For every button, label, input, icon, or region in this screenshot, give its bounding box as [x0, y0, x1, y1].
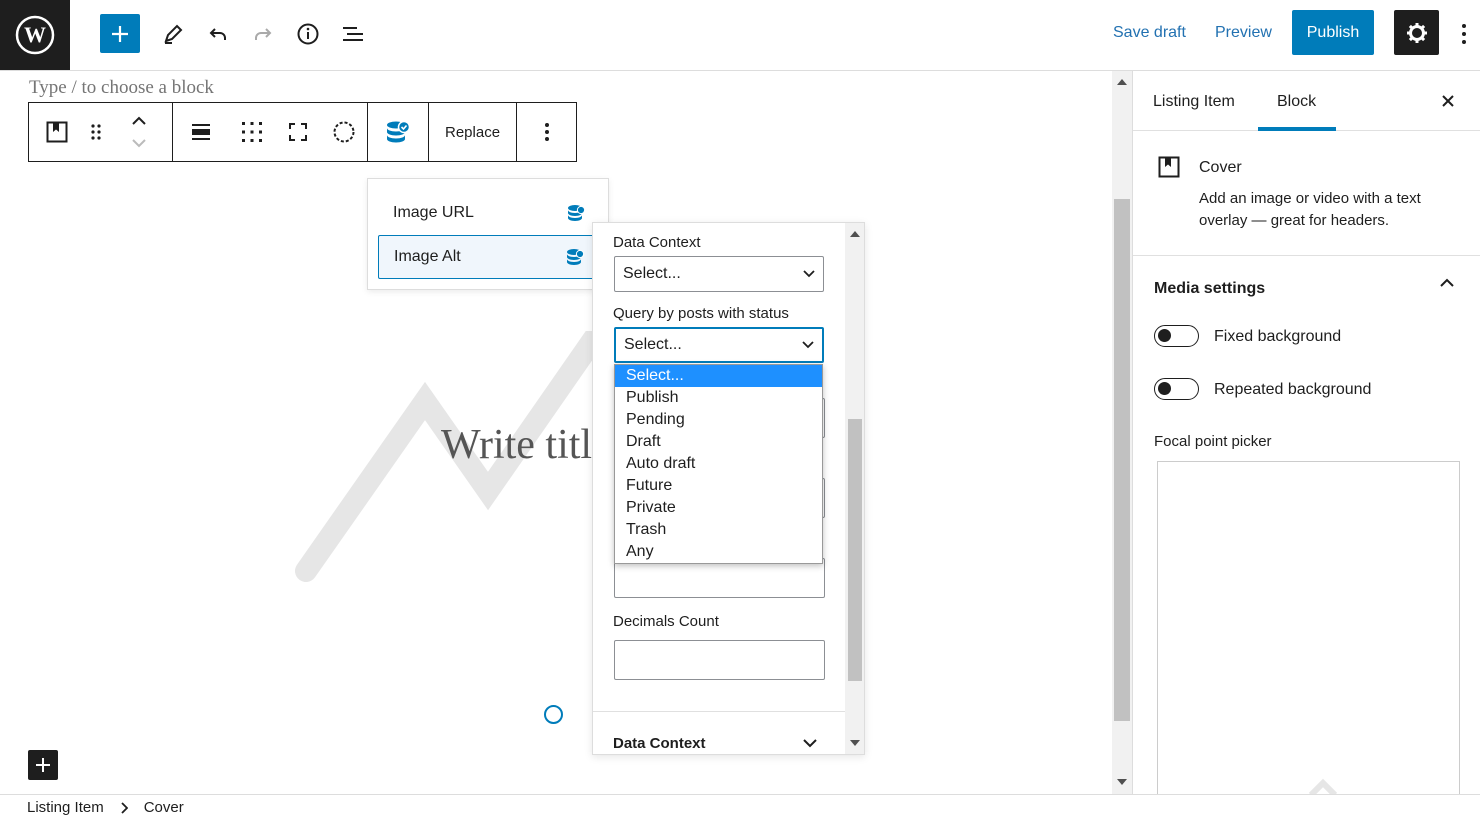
select-value: Select...	[624, 336, 682, 353]
dynamic-data-icon[interactable]	[368, 103, 428, 161]
status-option[interactable]: Select...	[615, 365, 822, 387]
bind-item-image-url[interactable]: Image URL	[378, 191, 600, 235]
canvas-scrollbar[interactable]	[1112, 71, 1132, 794]
fixed-background-toggle[interactable]	[1154, 325, 1199, 347]
settings-gear-icon[interactable]	[1394, 10, 1439, 55]
decimals-count-label: Decimals Count	[613, 613, 719, 630]
status-option[interactable]: Any	[615, 541, 822, 563]
hidden-field-3[interactable]	[614, 558, 825, 598]
wordpress-logo-icon[interactable]: W	[0, 0, 70, 70]
tab-block[interactable]: Block	[1277, 93, 1316, 111]
data-context-label: Data Context	[613, 234, 701, 251]
block-appender-hint[interactable]: Type / to choose a block	[29, 77, 214, 99]
align-icon[interactable]	[173, 103, 229, 161]
data-context-accordion[interactable]: Data Context	[613, 735, 817, 752]
overlay-circle-icon[interactable]	[321, 103, 367, 161]
chevron-down-icon	[803, 270, 815, 278]
save-draft-button[interactable]: Save draft	[1113, 24, 1186, 42]
sidebar-tabs: Listing Item Block	[1133, 71, 1480, 131]
list-view-icon[interactable]	[335, 16, 371, 52]
block-description: Add an image or video with a text overla…	[1199, 190, 1421, 229]
replace-button[interactable]: Replace	[429, 103, 516, 161]
status-options-list: Select... Publish Pending Draft Auto dra…	[614, 364, 823, 564]
divider	[593, 711, 845, 712]
breadcrumb: Listing Item Cover	[0, 794, 1480, 820]
move-up-down-icon[interactable]	[106, 103, 172, 161]
breadcrumb-item[interactable]: Listing Item	[27, 799, 104, 816]
add-block-bottom-icon[interactable]	[28, 750, 58, 780]
decimals-count-input[interactable]	[614, 640, 825, 680]
publish-button[interactable]: Publish	[1292, 10, 1374, 55]
status-option[interactable]: Private	[615, 497, 822, 519]
edit-pencil-icon[interactable]	[155, 16, 191, 52]
focal-point-picker[interactable]	[1157, 461, 1460, 794]
status-option[interactable]: Pending	[615, 409, 822, 431]
loading-spinner-icon	[544, 705, 563, 724]
dynamic-binding-popover: Image URL Image Alt	[367, 178, 609, 290]
block-name: Cover	[1199, 159, 1242, 176]
drag-handle-icon[interactable]	[85, 103, 107, 161]
undo-icon[interactable]	[200, 16, 236, 52]
breadcrumb-item[interactable]: Cover	[144, 799, 184, 816]
select-value: Select...	[623, 265, 681, 282]
chevron-up-icon[interactable]	[1439, 278, 1455, 288]
info-icon[interactable]	[290, 16, 326, 52]
status-label: Query by posts with status	[613, 305, 789, 322]
redo-icon[interactable]	[245, 16, 281, 52]
block-toolbar: Replace	[28, 102, 577, 162]
database-icon	[567, 249, 584, 265]
cover-placeholder-illustration	[290, 331, 630, 661]
panel-scrollbar[interactable]	[845, 223, 864, 754]
status-option[interactable]: Draft	[615, 431, 822, 453]
bind-item-image-alt[interactable]: Image Alt	[378, 235, 600, 279]
block-options-icon[interactable]	[517, 103, 577, 161]
status-select[interactable]: Select...	[614, 327, 824, 363]
repeated-background-label: Repeated background	[1214, 381, 1372, 398]
cover-block-icon[interactable]	[29, 103, 85, 161]
editor-header: W Save draft Preview Publish	[0, 0, 1480, 71]
chevron-down-icon	[803, 739, 817, 748]
database-icon	[568, 205, 585, 221]
content-position-icon[interactable]	[229, 103, 275, 161]
tab-listing-item[interactable]: Listing Item	[1153, 93, 1235, 111]
full-height-icon[interactable]	[275, 103, 321, 161]
media-settings-title[interactable]: Media settings	[1154, 280, 1265, 298]
settings-sidebar: Listing Item Block Cover Add an image or…	[1132, 71, 1480, 794]
bind-item-label: Image Alt	[394, 248, 461, 265]
status-option[interactable]: Publish	[615, 387, 822, 409]
repeated-background-toggle[interactable]	[1154, 378, 1199, 400]
cover-title-placeholder[interactable]: Write title…	[441, 421, 593, 469]
more-options-icon[interactable]	[1446, 16, 1480, 52]
status-option[interactable]: Auto draft	[615, 453, 822, 475]
status-option[interactable]: Future	[615, 475, 822, 497]
status-option[interactable]: Trash	[615, 519, 822, 541]
bind-item-label: Image URL	[393, 204, 474, 221]
accordion-title: Data Context	[613, 735, 706, 752]
data-context-select[interactable]: Select...	[614, 256, 824, 292]
chevron-down-icon	[802, 341, 814, 349]
close-icon[interactable]	[1438, 91, 1458, 111]
svg-text:W: W	[24, 22, 46, 47]
fixed-background-label: Fixed background	[1214, 328, 1342, 345]
chevron-right-icon	[120, 801, 128, 814]
preview-button[interactable]: Preview	[1215, 24, 1272, 42]
focal-point-label: Focal point picker	[1154, 433, 1272, 450]
block-card: Cover Add an image or video with a text …	[1133, 131, 1480, 256]
cover-block-icon	[1158, 156, 1180, 178]
add-block-icon[interactable]	[100, 14, 140, 53]
